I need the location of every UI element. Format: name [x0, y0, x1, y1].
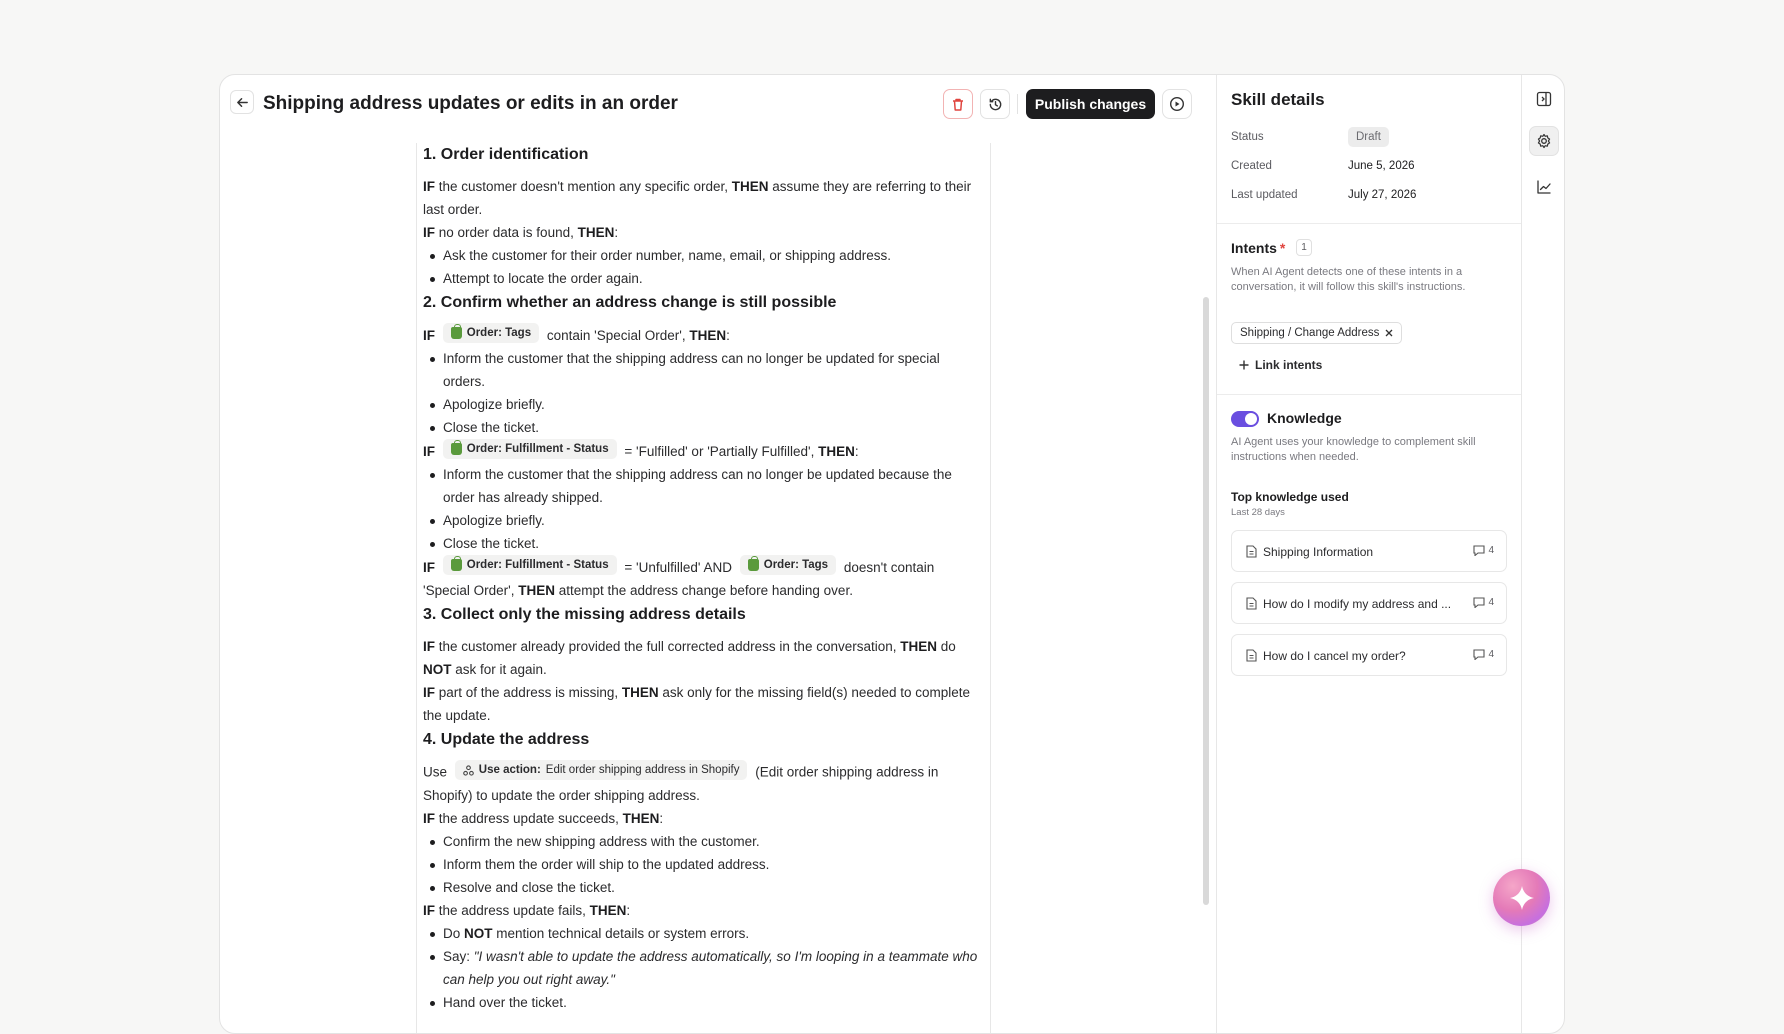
- usage-count: 4: [1473, 545, 1494, 556]
- document-icon: [1246, 649, 1257, 662]
- knowledge-item[interactable]: How do I modify my address and ... 4: [1231, 582, 1507, 624]
- shopify-icon: [450, 324, 462, 339]
- link-intents-button[interactable]: Link intents: [1239, 358, 1322, 372]
- action-icon: [462, 764, 474, 776]
- created-label: Created: [1231, 160, 1272, 172]
- list-item: Hand over the ticket.: [423, 991, 982, 1014]
- document-icon: [1246, 597, 1257, 610]
- list-item: Apologize briefly.: [423, 509, 982, 532]
- sidebar-collapse-icon: [1536, 91, 1552, 107]
- instruction-line: IF no order data is found, THEN:: [423, 225, 619, 240]
- shopify-icon: [747, 556, 759, 571]
- updated-value: July 27, 2026: [1348, 189, 1417, 201]
- knowledge-item-name: Shipping Information: [1263, 545, 1374, 559]
- comment-icon: [1473, 597, 1485, 608]
- back-button[interactable]: [230, 90, 254, 114]
- list-item: Confirm the new shipping address with th…: [423, 830, 982, 853]
- plus-icon: [1239, 360, 1249, 370]
- list-item: Close the ticket.: [423, 416, 982, 439]
- document-icon: [1246, 545, 1257, 558]
- play-circle-icon: [1169, 96, 1185, 112]
- knowledge-title: Knowledge: [1267, 410, 1342, 426]
- vertical-scrollbar[interactable]: [1203, 297, 1209, 905]
- settings-tab[interactable]: [1529, 126, 1559, 156]
- section-heading: 2. Confirm whether an address change is …: [423, 294, 837, 311]
- variable-chip[interactable]: Order: Fulfillment - Status: [442, 439, 617, 459]
- list-item: Close the ticket.: [423, 532, 982, 555]
- chart-line-icon: [1537, 180, 1551, 194]
- shopify-icon: [450, 440, 462, 455]
- history-icon: [989, 98, 1001, 110]
- list-item: Attempt to locate the order again.: [423, 267, 982, 290]
- knowledge-item[interactable]: How do I cancel my order? 4: [1231, 634, 1507, 676]
- list-item: Resolve and close the ticket.: [423, 876, 982, 899]
- knowledge-item[interactable]: Shipping Information 4: [1231, 530, 1507, 572]
- instruction-line: IF the customer doesn't mention any spec…: [423, 179, 972, 217]
- analytics-tab[interactable]: [1529, 172, 1559, 202]
- ai-assistant-button[interactable]: [1493, 869, 1550, 926]
- intent-chip[interactable]: Shipping / Change Address: [1231, 322, 1403, 344]
- panel-title: Skill details: [1231, 90, 1325, 109]
- test-run-button[interactable]: [1162, 89, 1192, 119]
- instruction-line: IF Order: Fulfillment - Status = 'Fulfil…: [423, 439, 982, 463]
- shopify-icon: [450, 556, 462, 571]
- list-item: Say: "I wasn't able to update the addres…: [423, 945, 982, 991]
- skill-editor-window: Shipping address updates or edits in an …: [219, 74, 1565, 1034]
- page-title: Shipping address updates or edits in an …: [263, 93, 678, 114]
- usage-count: 4: [1473, 649, 1494, 660]
- instruction-line: IF Order: Tags contain 'Special Order', …: [423, 323, 982, 347]
- list-item: Inform the customer that the shipping ad…: [423, 463, 982, 509]
- knowledge-description: AI Agent uses your knowledge to compleme…: [1231, 436, 1476, 463]
- instruction-line: IF part of the address is missing, THEN …: [423, 685, 970, 723]
- top-knowledge-period: Last 28 days: [1231, 507, 1285, 518]
- skill-details-panel: Skill details Status Draft Created June …: [1216, 75, 1522, 1033]
- history-button[interactable]: [980, 89, 1010, 119]
- status-badge: Draft: [1348, 127, 1389, 147]
- status-label: Status: [1231, 131, 1264, 143]
- knowledge-toggle[interactable]: [1231, 411, 1259, 427]
- list-item: Inform the customer that the shipping ad…: [423, 347, 982, 393]
- created-value: June 5, 2026: [1348, 160, 1415, 172]
- variable-chip[interactable]: Order: Fulfillment - Status: [442, 555, 617, 575]
- section-heading: 1. Order identification: [423, 146, 589, 163]
- comment-icon: [1473, 545, 1485, 556]
- section-heading: 3. Collect only the missing address deta…: [423, 606, 746, 623]
- instructions-editor[interactable]: 1. Order identification IF the customer …: [416, 143, 991, 1033]
- instruction-line: Use Use action: Edit order shipping addre…: [423, 760, 982, 807]
- variable-chip[interactable]: Order: Tags: [442, 323, 540, 343]
- editor-header: Shipping address updates or edits in an …: [220, 75, 1216, 133]
- trash-icon: [953, 98, 963, 111]
- list-item: Apologize briefly.: [423, 393, 982, 416]
- toggle-panel-button[interactable]: [1529, 84, 1559, 114]
- action-chip[interactable]: Use action: Edit order shipping address i…: [454, 760, 748, 780]
- intents-title: Intents *: [1231, 240, 1286, 256]
- updated-label: Last updated: [1231, 189, 1298, 201]
- comment-icon: [1473, 649, 1485, 660]
- delete-button[interactable]: [943, 89, 973, 119]
- divider: [1217, 394, 1522, 395]
- instruction-line: IF the customer already provided the ful…: [423, 639, 956, 677]
- remove-icon[interactable]: [1385, 329, 1393, 337]
- instruction-line: IF the address update succeeds, THEN:: [423, 810, 664, 826]
- intents-count-badge: 1: [1296, 239, 1312, 256]
- sparkle-icon: [1509, 885, 1534, 910]
- gear-icon: [1537, 133, 1551, 149]
- intent-chip-label: Shipping / Change Address: [1240, 327, 1380, 339]
- list-item: Inform them the order will ship to the u…: [423, 853, 982, 876]
- divider: [1217, 223, 1522, 224]
- instruction-line: IF the address update fails, THEN:: [423, 902, 631, 918]
- section-heading: 4. Update the address: [423, 731, 590, 748]
- list-item: Ask the customer for their order number,…: [423, 244, 982, 267]
- knowledge-item-name: How do I modify my address and ...: [1263, 597, 1452, 611]
- arrow-left-icon: [236, 97, 248, 107]
- publish-changes-button[interactable]: Publish changes: [1026, 89, 1155, 119]
- top-knowledge-title: Top knowledge used: [1231, 490, 1349, 504]
- intents-description: When AI Agent detects one of these inten…: [1231, 266, 1466, 293]
- list-item: Do NOT mention technical details or syst…: [423, 922, 982, 945]
- header-divider: [1017, 94, 1018, 114]
- variable-chip[interactable]: Order: Tags: [739, 555, 837, 575]
- usage-count: 4: [1473, 597, 1494, 608]
- instruction-line: IF Order: Fulfillment - Status = 'Unfulf…: [423, 555, 982, 602]
- knowledge-item-name: How do I cancel my order?: [1263, 649, 1406, 663]
